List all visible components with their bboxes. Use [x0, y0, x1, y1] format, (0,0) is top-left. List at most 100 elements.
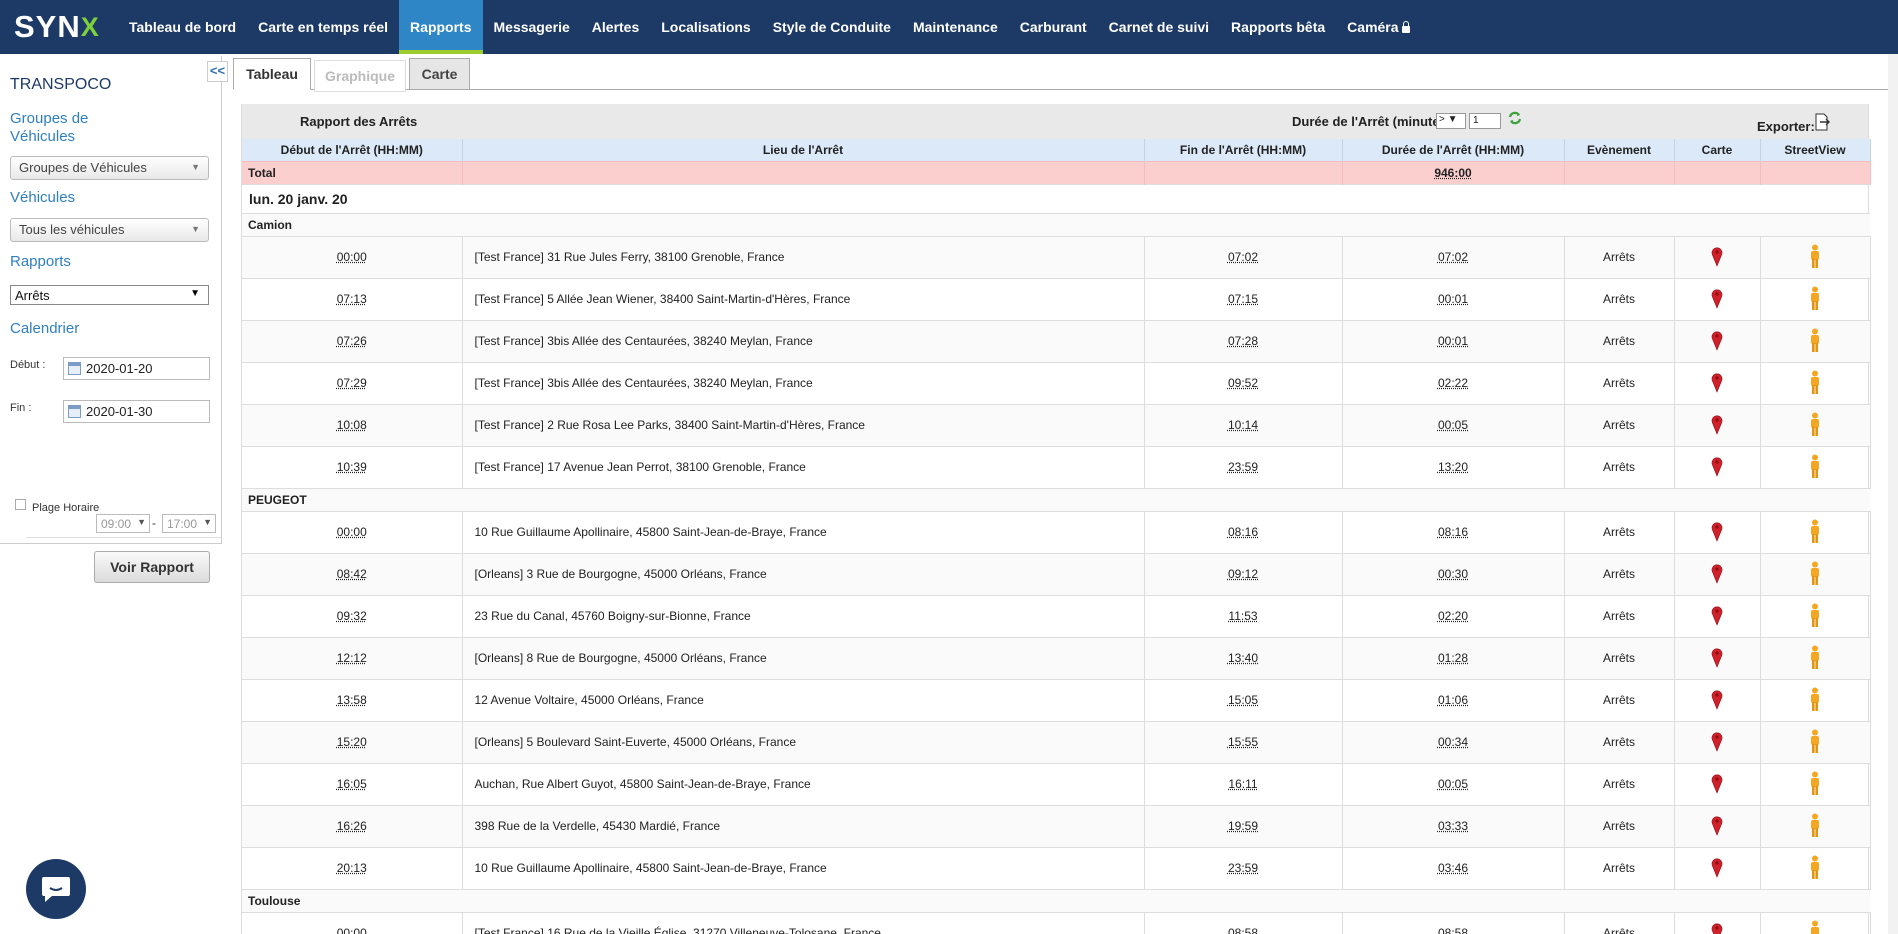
cell-streetview[interactable]	[1760, 552, 1871, 595]
cell-map[interactable]	[1674, 911, 1761, 934]
end-time[interactable]: 15:55	[1228, 735, 1258, 749]
cell-map[interactable]	[1674, 510, 1761, 553]
duration[interactable]: 00:01	[1438, 334, 1468, 348]
cell-map[interactable]	[1674, 235, 1761, 278]
start-time[interactable]: 00:00	[337, 525, 367, 539]
duration[interactable]: 07:02	[1438, 250, 1468, 264]
cell-map[interactable]	[1674, 594, 1761, 637]
end-time[interactable]: 07:02	[1228, 250, 1258, 264]
col-end[interactable]: Fin de l'Arrêt (HH:MM)	[1144, 139, 1343, 161]
end-time[interactable]: 08:16	[1228, 525, 1258, 539]
duration[interactable]: 00:05	[1438, 418, 1468, 432]
cell-map[interactable]	[1674, 403, 1761, 446]
refresh-icon[interactable]	[1507, 110, 1523, 126]
start-time[interactable]: 16:05	[337, 777, 367, 791]
end-time[interactable]: 16:11	[1228, 777, 1257, 791]
nav-localisations[interactable]: Localisations	[650, 0, 761, 54]
start-time[interactable]: 07:29	[337, 376, 367, 390]
col-start[interactable]: Début de l'Arrêt (HH:MM)	[242, 139, 463, 161]
nav-carte-temps-reel[interactable]: Carte en temps réel	[247, 0, 399, 54]
duration[interactable]: 08:58	[1438, 926, 1468, 934]
end-time[interactable]: 09:12	[1228, 567, 1258, 581]
cell-map[interactable]	[1674, 846, 1761, 889]
duration[interactable]: 00:30	[1438, 567, 1468, 581]
time-from-select[interactable]: 09:00 ▼	[96, 514, 150, 533]
start-time[interactable]: 20:13	[337, 861, 367, 875]
cell-map[interactable]	[1674, 762, 1761, 805]
start-time[interactable]: 07:26	[337, 334, 367, 348]
start-time[interactable]: 16:26	[337, 819, 367, 833]
cell-streetview[interactable]	[1760, 846, 1871, 889]
duration[interactable]: 13:20	[1438, 460, 1468, 474]
start-time[interactable]: 08:42	[337, 567, 367, 581]
cell-streetview[interactable]	[1760, 319, 1871, 362]
tab-carte[interactable]: Carte	[409, 58, 470, 90]
col-event[interactable]: Evènement	[1564, 139, 1675, 161]
nav-rapports-beta[interactable]: Rapports bêta	[1220, 0, 1336, 54]
start-time[interactable]: 10:39	[337, 460, 367, 474]
col-place[interactable]: Lieu de l'Arrêt	[462, 139, 1145, 161]
end-time[interactable]: 23:59	[1228, 861, 1258, 875]
start-time[interactable]: 12:12	[337, 651, 367, 665]
chat-button[interactable]	[26, 859, 86, 919]
duration[interactable]: 01:28	[1438, 651, 1468, 665]
end-time[interactable]: 11:53	[1228, 609, 1257, 623]
cell-map[interactable]	[1674, 804, 1761, 847]
end-time[interactable]: 09:52	[1228, 376, 1258, 390]
start-time[interactable]: 13:58	[337, 693, 367, 707]
start-time[interactable]: 09:32	[337, 609, 367, 623]
col-streetview[interactable]: StreetView	[1760, 139, 1871, 161]
cell-streetview[interactable]	[1760, 594, 1871, 637]
cell-streetview[interactable]	[1760, 510, 1871, 553]
time-to-select[interactable]: 17:00 ▼	[162, 514, 216, 533]
cell-streetview[interactable]	[1760, 911, 1871, 934]
cell-map[interactable]	[1674, 445, 1761, 488]
cell-map[interactable]	[1674, 319, 1761, 362]
nav-rapports[interactable]: Rapports	[399, 0, 483, 54]
groups-select[interactable]: Groupes de Véhicules ▼	[10, 156, 209, 180]
end-time[interactable]: 08:58	[1228, 926, 1258, 934]
vehicles-select[interactable]: Tous les véhicules ▼	[10, 218, 209, 242]
tab-tableau[interactable]: Tableau	[233, 58, 311, 90]
cell-streetview[interactable]	[1760, 636, 1871, 679]
start-time[interactable]: 10:08	[337, 418, 367, 432]
cell-map[interactable]	[1674, 361, 1761, 404]
reports-select[interactable]: Arrêts ▼	[10, 285, 209, 305]
calendar-icon[interactable]	[68, 362, 81, 375]
scrollbar[interactable]	[1888, 54, 1898, 934]
start-date-input[interactable]: 2020-01-20	[63, 357, 210, 380]
duration[interactable]: 00:05	[1438, 777, 1468, 791]
start-time[interactable]: 07:13	[337, 292, 367, 306]
cell-streetview[interactable]	[1760, 445, 1871, 488]
col-duration[interactable]: Durée de l'Arrêt (HH:MM)	[1342, 139, 1565, 161]
end-time[interactable]: 15:05	[1228, 693, 1258, 707]
cell-streetview[interactable]	[1760, 403, 1871, 446]
col-map[interactable]: Carte	[1674, 139, 1761, 161]
tab-graphique[interactable]: Graphique	[314, 60, 406, 92]
start-time[interactable]: 15:20	[337, 735, 367, 749]
nav-style-conduite[interactable]: Style de Conduite	[762, 0, 902, 54]
collapse-icon[interactable]: <<	[207, 61, 228, 82]
nav-maintenance[interactable]: Maintenance	[902, 0, 1009, 54]
calendar-icon[interactable]	[68, 405, 81, 418]
cell-streetview[interactable]	[1760, 678, 1871, 721]
cell-streetview[interactable]	[1760, 804, 1871, 847]
logo[interactable]: SYN X	[0, 0, 118, 54]
duration-input[interactable]: 1	[1469, 113, 1501, 129]
duration[interactable]: 00:01	[1438, 292, 1468, 306]
duration[interactable]: 08:16	[1438, 525, 1468, 539]
nav-carnet-suivi[interactable]: Carnet de suivi	[1098, 0, 1220, 54]
nav-carburant[interactable]: Carburant	[1009, 0, 1098, 54]
nav-messagerie[interactable]: Messagerie	[483, 0, 581, 54]
end-date-input[interactable]: 2020-01-30	[63, 400, 210, 423]
start-time[interactable]: 00:00	[337, 926, 367, 934]
nav-camera[interactable]: Caméra	[1336, 0, 1420, 54]
end-time[interactable]: 07:15	[1228, 292, 1258, 306]
cell-streetview[interactable]	[1760, 361, 1871, 404]
cell-streetview[interactable]	[1760, 277, 1871, 320]
nav-alertes[interactable]: Alertes	[581, 0, 650, 54]
cell-streetview[interactable]	[1760, 762, 1871, 805]
cell-map[interactable]	[1674, 277, 1761, 320]
duration-operator-select[interactable]: > ▼	[1436, 113, 1466, 129]
cell-streetview[interactable]	[1760, 720, 1871, 763]
